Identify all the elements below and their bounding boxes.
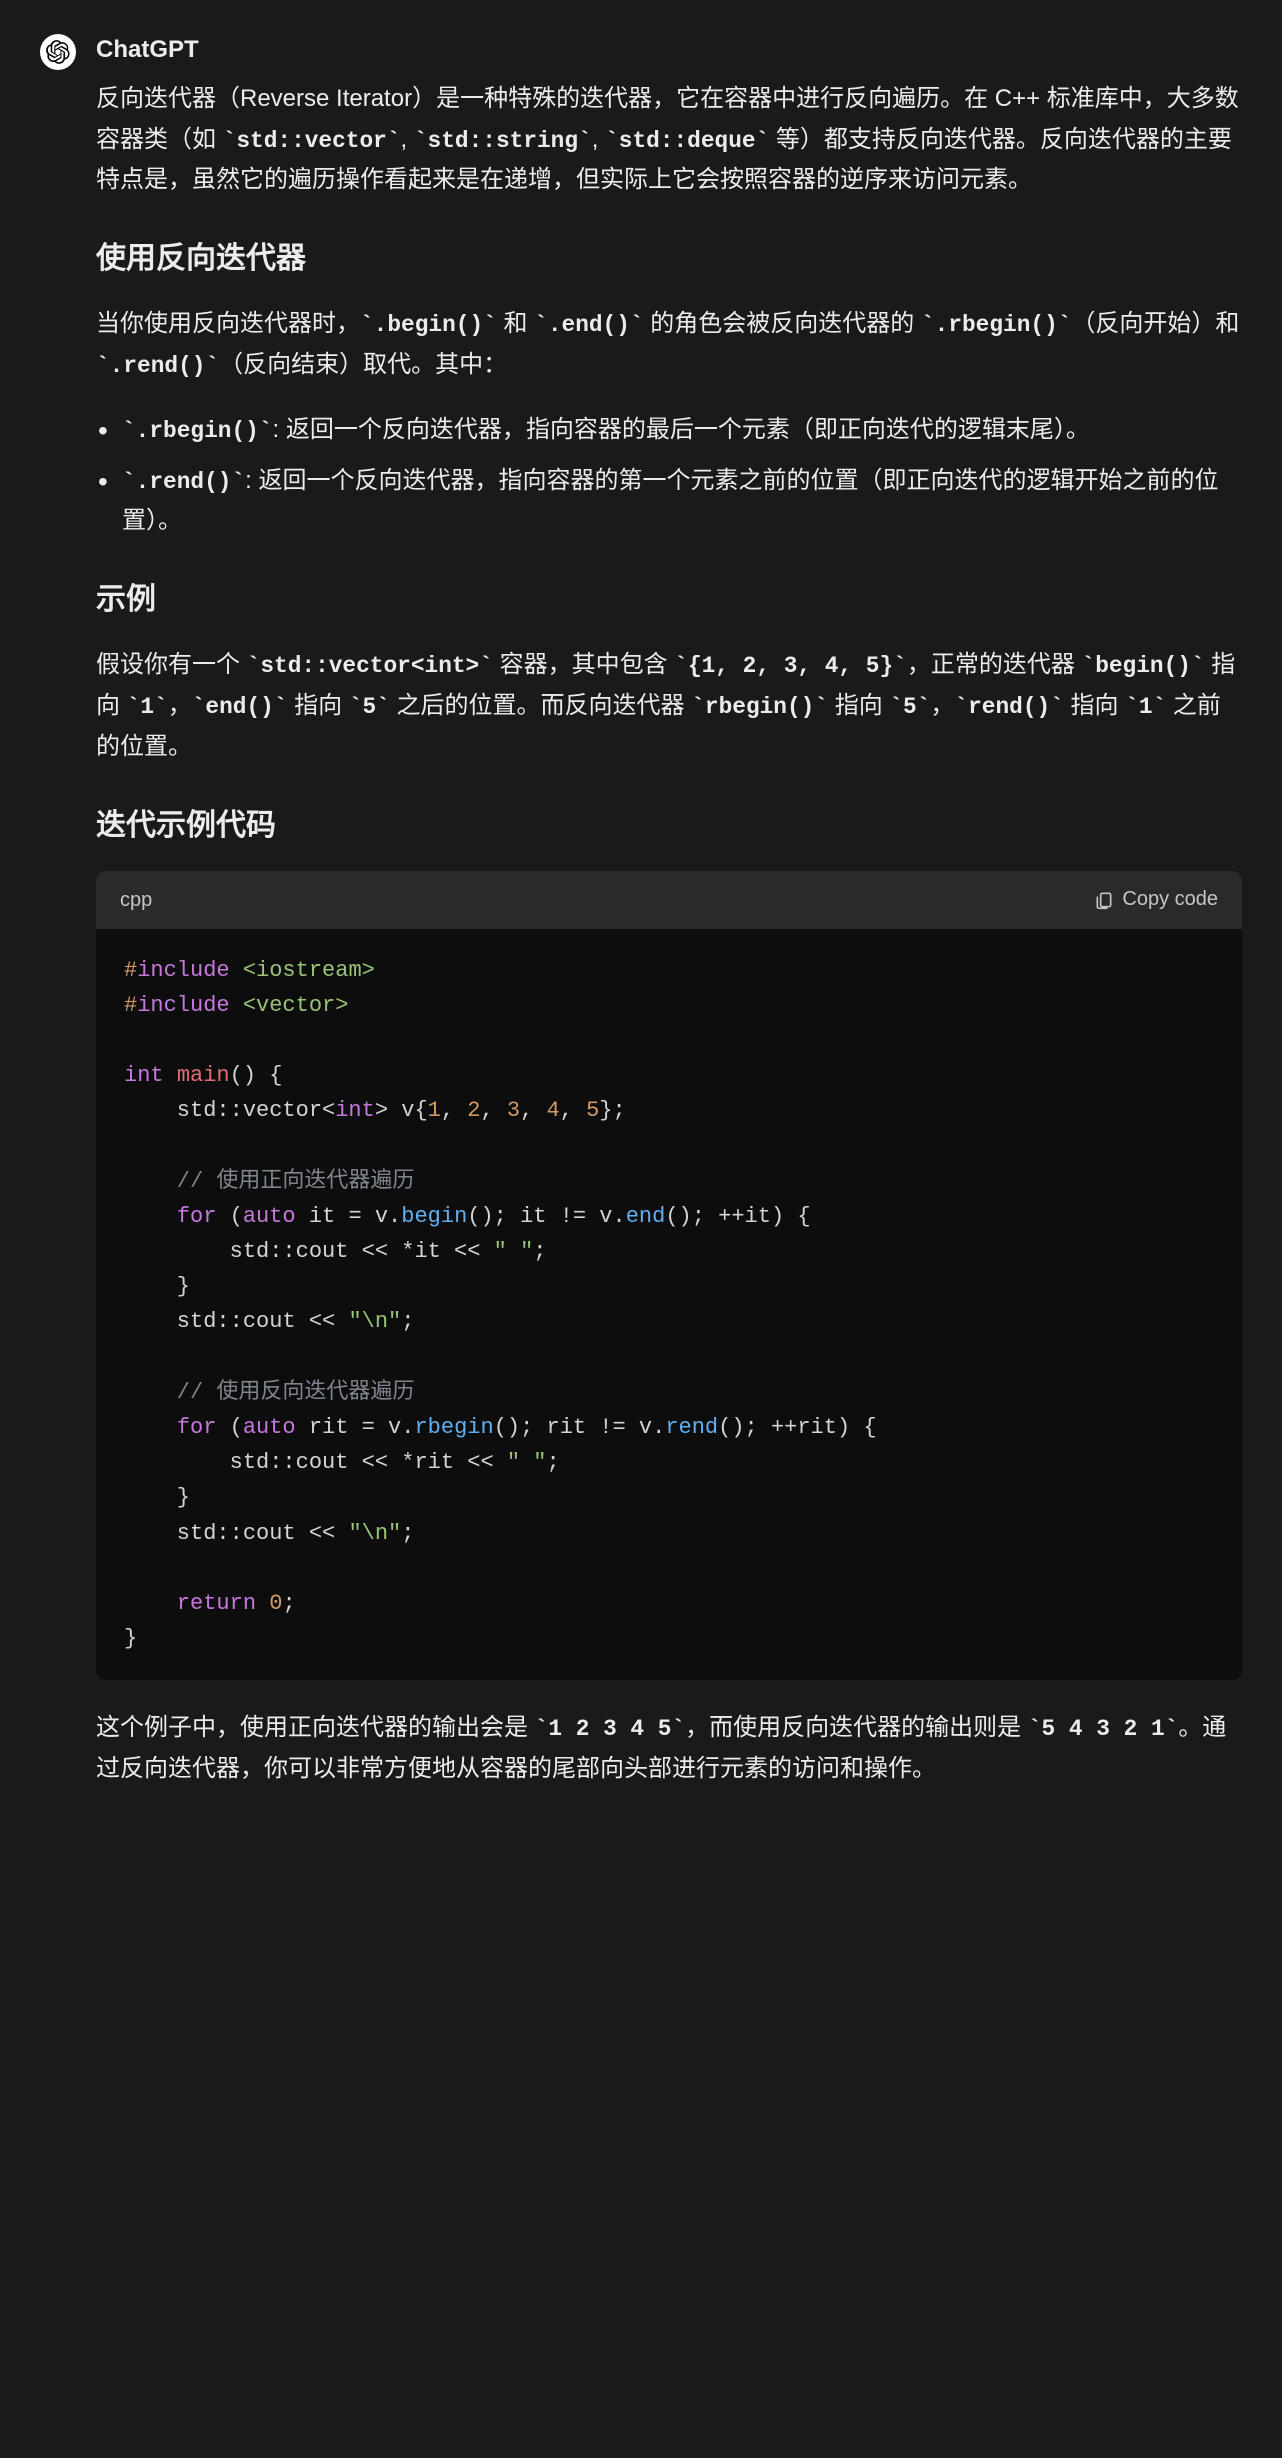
inline-code: `1`	[1125, 694, 1166, 720]
code-block: cpp Copy code #include <iostream> #inclu…	[96, 871, 1242, 1681]
inline-code: `rend()`	[954, 694, 1063, 720]
openai-icon	[46, 40, 70, 64]
list-item: `.rend()`: 返回一个反向迭代器，指向容器的第一个元素之前的位置（即正向…	[96, 461, 1242, 543]
inline-code: `.end()`	[534, 312, 643, 338]
inline-code: `std::deque`	[605, 128, 769, 154]
assistant-message: ChatGPT 反向迭代器（Reverse Iterator）是一种特殊的迭代器…	[40, 30, 1242, 1814]
heading-example: 示例	[96, 574, 1242, 625]
heading-usage: 使用反向迭代器	[96, 233, 1242, 284]
clipboard-icon	[1094, 890, 1114, 910]
inline-code: `begin()`	[1082, 653, 1205, 679]
list-item: `.rbegin()`: 返回一个反向迭代器，指向容器的最后一个元素（即正向迭代…	[96, 410, 1242, 451]
copy-label: Copy code	[1122, 888, 1218, 911]
intro-paragraph: 反向迭代器（Reverse Iterator）是一种特殊的迭代器，它在容器中进行…	[96, 79, 1242, 201]
inline-code: `std::vector`	[223, 128, 401, 154]
inline-code: `1`	[127, 694, 168, 720]
example-paragraph: 假设你有一个 `std::vector<int>` 容器，其中包含 `{1, 2…	[96, 645, 1242, 767]
copy-code-button[interactable]: Copy code	[1094, 888, 1218, 911]
inline-code: `.rbegin()`	[921, 312, 1071, 338]
heading-code: 迭代示例代码	[96, 800, 1242, 851]
code-body: #include <iostream> #include <vector> in…	[96, 929, 1242, 1681]
inline-code: `end()`	[192, 694, 288, 720]
inline-code: `{1, 2, 3, 4, 5}`	[674, 653, 907, 679]
inline-code: `.rend()`	[122, 469, 245, 495]
code-header: cpp Copy code	[96, 871, 1242, 929]
code-language: cpp	[120, 883, 152, 917]
inline-code: `1 2 3 4 5`	[535, 1716, 685, 1742]
outro-paragraph: 这个例子中，使用正向迭代器的输出会是 `1 2 3 4 5`，而使用反向迭代器的…	[96, 1708, 1242, 1790]
inline-code: `.begin()`	[360, 312, 497, 338]
inline-code: `std::string`	[414, 128, 592, 154]
inline-code: `5`	[349, 694, 390, 720]
inline-code: `5`	[889, 694, 930, 720]
inline-code: `.rbegin()`	[122, 418, 272, 444]
inline-code: `5 4 3 2 1`	[1028, 1716, 1178, 1742]
usage-paragraph: 当你使用反向迭代器时，`.begin()` 和 `.end()` 的角色会被反向…	[96, 304, 1242, 386]
sender-name: ChatGPT	[96, 30, 1242, 71]
inline-code: `rbegin()`	[691, 694, 828, 720]
method-list: `.rbegin()`: 返回一个反向迭代器，指向容器的最后一个元素（即正向迭代…	[96, 410, 1242, 542]
message-content: ChatGPT 反向迭代器（Reverse Iterator）是一种特殊的迭代器…	[96, 30, 1242, 1814]
assistant-avatar	[40, 34, 76, 70]
inline-code: `.rend()`	[96, 353, 219, 379]
inline-code: `std::vector<int>`	[247, 653, 493, 679]
